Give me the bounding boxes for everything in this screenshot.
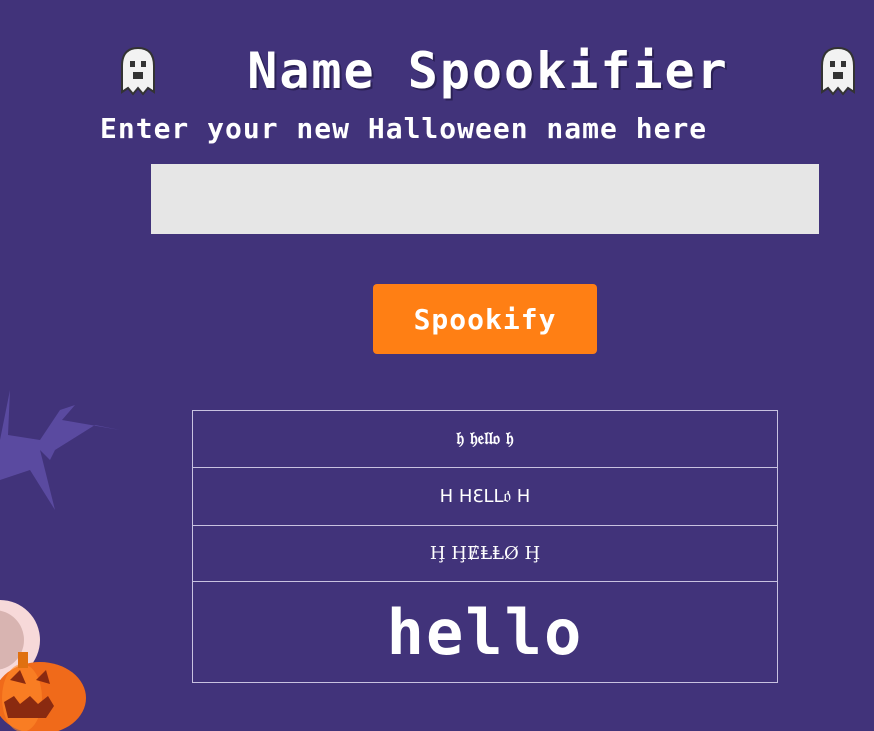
ghost-icon	[121, 46, 155, 96]
result-strike: Ḩ ḨɆⱠⱠØ Ḩ	[192, 525, 778, 582]
spookify-button[interactable]: Spookify	[373, 284, 597, 354]
result-pixel: hello	[192, 581, 778, 683]
result-row: Ḩ ḨɆⱠⱠØ Ḩ	[192, 525, 778, 582]
ghost-icon	[820, 46, 855, 96]
page-title: Name Spookifier	[247, 42, 729, 100]
pumpkin-icon	[0, 652, 86, 731]
result-row: 𝔥 𝔥𝔢𝔩𝔩𝔬 𝔥	[192, 410, 778, 468]
halloween-decoration	[0, 390, 120, 731]
spookifier-page: Name Spookifier Enter your new Halloween…	[0, 0, 874, 731]
title-row: Name Spookifier	[118, 40, 858, 102]
result-row: hello	[192, 581, 778, 683]
tree-branch-icon	[0, 390, 120, 510]
results-table: 𝔥 𝔥𝔢𝔩𝔩𝔬 𝔥 H HƐLL𝔬̇ H Ḩ ḨɆⱠⱠØ Ḩ hello	[192, 410, 778, 683]
result-weird: H HƐLL𝔬̇ H	[192, 467, 778, 526]
result-row: H HƐLL𝔬̇ H	[192, 467, 778, 526]
result-fraktur: 𝔥 𝔥𝔢𝔩𝔩𝔬 𝔥	[192, 410, 778, 468]
moon-icon	[0, 600, 40, 680]
name-input[interactable]	[151, 164, 819, 234]
subtitle: Enter your new Halloween name here	[100, 112, 708, 145]
